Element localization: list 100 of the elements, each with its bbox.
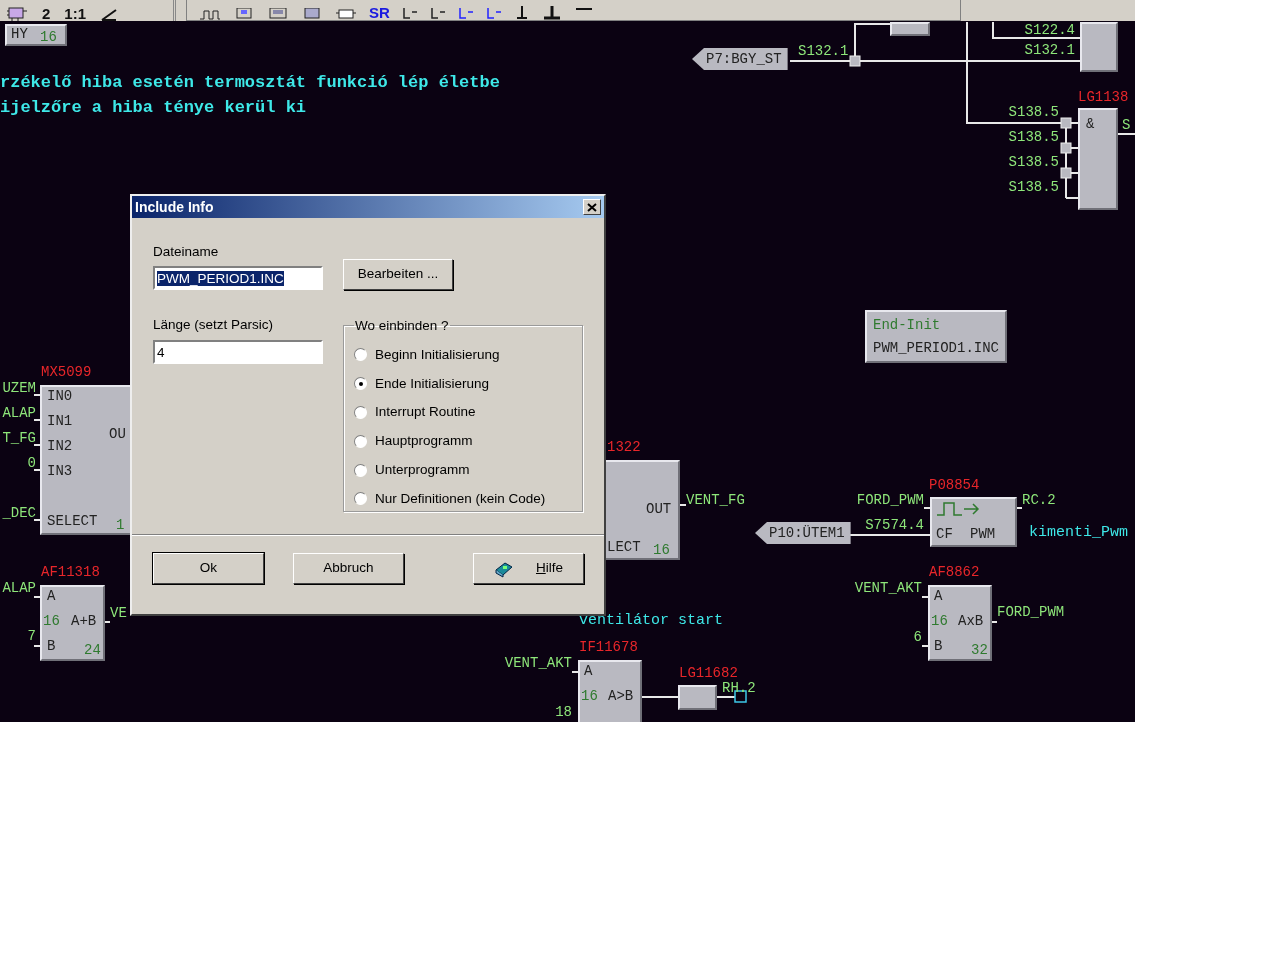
radio-label[interactable]: Ende Initialisierung [375,373,490,394]
pin-label: IN3 [47,464,73,478]
chip-icon[interactable] [6,7,28,21]
wire [1116,133,1135,135]
block-value: 16 [43,614,60,628]
signal-label: RH.2 [722,681,756,695]
pin-label: A [584,664,593,678]
pin-label: OUT [646,502,672,516]
signal-label: VENT_AKT [504,656,572,670]
signal-tag: P10:ÜTEM1 [755,522,851,544]
signal-label: ALAP [2,406,36,420]
wire [921,645,929,647]
zoom-button[interactable]: 2 [42,6,51,21]
filename-field[interactable]: PWM_PERIOD1.INC [153,266,323,291]
signal-label: S7574.4 [865,518,924,532]
bracket-icon[interactable] [429,8,446,20]
signal-label: ALAP [2,581,36,595]
pulse-icon[interactable] [199,10,221,20]
length-field[interactable]: 4 [153,339,323,364]
radio-button[interactable] [354,406,367,419]
wire [33,444,41,446]
signal-label: S138.5 [1008,180,1059,194]
block-id: IF11678 [579,640,638,654]
radio-button[interactable] [354,463,367,477]
wire [33,394,41,396]
pulse-icon [936,501,980,517]
signal-label: S122.4 [1024,23,1075,37]
toolbar-button[interactable]: SR [369,5,390,20]
wire [33,469,41,471]
signal-label: 6 [913,630,922,644]
radio-button[interactable] [354,492,367,506]
block-id: LG1138 [1078,90,1129,104]
include-block[interactable]: End-Init PWM_PERIOD1.INC [865,310,1008,363]
help-button[interactable]: Hilfe [473,553,584,584]
radio-button[interactable] [354,377,367,391]
block-id: MX5099 [41,365,92,379]
signal-label: FORD_PWM [997,605,1065,619]
signal-label: T_FG [2,431,36,445]
cancel-button[interactable]: Abbruch [293,553,404,584]
function-block[interactable] [578,660,642,722]
block-text: End-Init [873,318,942,332]
block-icon[interactable] [233,8,255,20]
bracket-icon[interactable] [485,8,502,20]
signal-label: VE [110,606,127,620]
block-icon[interactable] [301,8,323,20]
signal-label: S138.5 [1008,130,1059,144]
pin-label: IN1 [47,414,73,428]
wire [679,504,687,506]
radio-button[interactable] [354,348,367,362]
block-icon[interactable] [267,8,289,20]
function-block[interactable] [40,585,105,661]
signal-label: S138.5 [1008,155,1059,169]
signal-label: 18 [555,705,572,719]
signal-label: S132.1 [1024,43,1075,57]
block-id: P08854 [929,478,980,492]
wire-junction [1060,117,1072,129]
wire [33,645,41,647]
radio-label[interactable]: Nur Definitionen (kein Code) [375,488,546,509]
zoom-button[interactable]: 1:1 [64,6,87,21]
signal-label: VENT_AKT [854,581,922,595]
pin-label: IN0 [47,389,73,403]
wire-junction [849,55,861,67]
t-icon[interactable] [541,6,562,20]
radio-label[interactable]: Unterprogramm [375,459,470,481]
block-value: 1 [116,518,125,532]
close-button[interactable] [583,199,601,215]
field-label: Dateiname [153,243,220,261]
angle-icon[interactable] [100,7,119,21]
wire [921,596,929,598]
bracket-icon[interactable] [457,8,474,20]
radio-label[interactable]: Beginn Initialisierung [375,344,500,365]
ok-button[interactable]: Ok [153,553,264,584]
radio-button[interactable] [354,434,367,448]
signal-label: UZEM [2,381,36,395]
wire [33,596,41,598]
radio-label[interactable]: Hauptprogramm [375,431,473,452]
bracket-icon[interactable] [401,8,418,20]
pin-label: & [1086,117,1095,131]
wire [1016,507,1023,509]
pin-label: HY [11,27,28,41]
wire [33,419,41,421]
pin-label: A [934,589,943,603]
signal-label: 7 [27,629,36,643]
edit-button[interactable]: Bearbeiten ... [343,259,453,290]
chip-icon[interactable] [335,8,357,20]
comment-text: kimenti_Pwm [1029,525,1129,540]
function-block[interactable] [930,497,1017,547]
radio-label[interactable]: Interrupt Routine [375,402,476,423]
block-id: LG11682 [679,666,738,680]
pin-label: SELECT [47,514,98,528]
pin-label: AxB [958,614,984,628]
signal-label: 0 [27,456,36,470]
wire [33,519,41,521]
pin-label: OU [109,427,126,441]
function-block[interactable] [928,585,992,661]
pin-label: A [47,589,56,603]
function-block[interactable] [5,24,67,46]
wire [641,696,679,698]
output-terminal [734,690,747,703]
wire [923,507,931,509]
